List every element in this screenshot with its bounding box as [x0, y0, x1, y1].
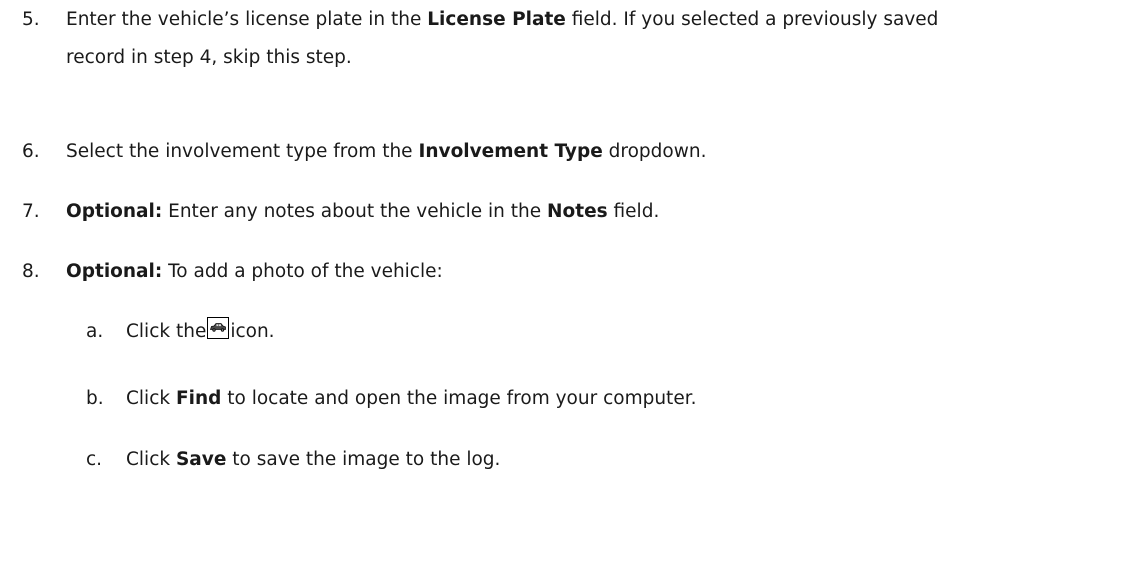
optional-label: Optional: [66, 201, 163, 222]
step-text: Enter any notes about the vehicle in the [162, 201, 548, 222]
step-text: to locate and open the image from your c… [221, 388, 697, 409]
step-text: icon. [230, 321, 275, 342]
step-text: dropdown. [602, 141, 707, 162]
step-text: Click [126, 388, 176, 409]
step-number: 8. [22, 261, 40, 282]
step-text: To add a photo of the vehicle: [162, 261, 443, 282]
step-text: Click [126, 449, 176, 470]
step-5-continuation: record in step 4, skip this step. [66, 47, 352, 68]
step-text: Enter the vehicle’s license plate in the [66, 9, 428, 30]
document-page: 5. Enter the vehicle’s license plate in t… [0, 0, 1133, 577]
step-number: 6. [22, 141, 40, 162]
step-6: 6. Select the involvement type from the I… [22, 135, 1127, 169]
step-7: 7. Optional: Enter any notes about the ve… [22, 195, 1127, 229]
step-text: to save the image to the log. [226, 449, 501, 470]
substep-letter: b. [86, 388, 104, 409]
button-name-find: Find [175, 388, 222, 409]
field-name-involvement-type: Involvement Type [418, 141, 603, 162]
button-name-save: Save [175, 449, 227, 470]
step-5: 5. Enter the vehicle’s license plate in t… [22, 3, 1127, 37]
step-number: 7. [22, 201, 40, 222]
car-icon [207, 317, 230, 339]
step-text: field. [607, 201, 660, 222]
substep-letter: c. [86, 449, 103, 470]
step-number: 5. [22, 9, 40, 30]
step-8: 8. Optional: To add a photo of the vehicl… [22, 255, 1127, 289]
substep-letter: a. [86, 321, 104, 342]
step-text: field. If you selected a previously save… [565, 9, 939, 30]
step-text: Click the [126, 321, 207, 342]
field-name-notes: Notes [547, 201, 608, 222]
substep-b: b. Click Find to locate and open the imag… [86, 382, 697, 416]
substep-c: c. Click Save to save the image to the lo… [86, 443, 500, 477]
optional-label: Optional: [66, 261, 163, 282]
substep-a: a. Click the icon. [86, 315, 275, 349]
field-name-license-plate: License Plate [427, 9, 566, 30]
step-text: Select the involvement type from the [66, 141, 419, 162]
